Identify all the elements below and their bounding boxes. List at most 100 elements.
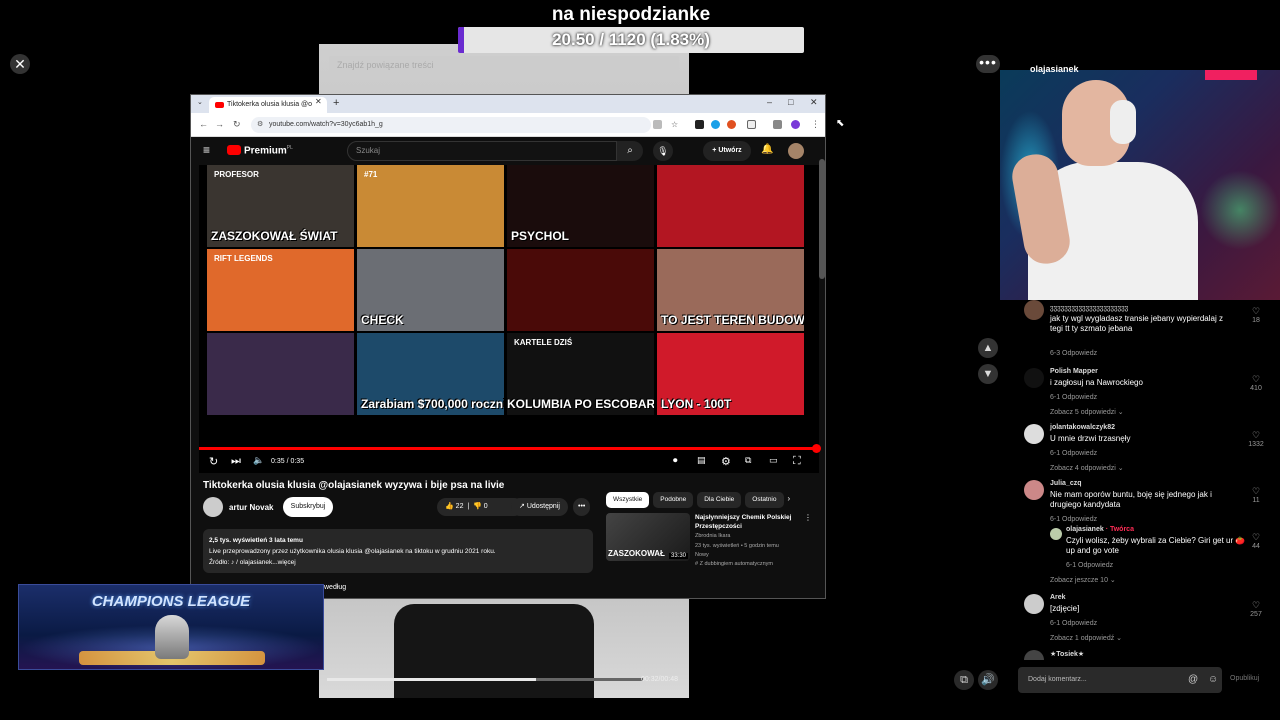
extension-icon[interactable]: [727, 120, 736, 129]
account-avatar[interactable]: [788, 143, 804, 159]
bookmark-star-icon[interactable]: ☆: [671, 120, 680, 129]
comment-meta[interactable]: 6-1 Odpowiedz: [1066, 562, 1113, 569]
view-replies-button[interactable]: Zobacz 4 odpowiedzi ⌄: [1050, 464, 1124, 472]
seek-handle[interactable]: [812, 444, 821, 453]
tiktok-progress-bar[interactable]: [327, 678, 643, 681]
more-options-icon[interactable]: •••: [976, 55, 1000, 73]
comment-username[interactable]: Julia_czq: [1050, 480, 1082, 487]
endscreen-thumbnail[interactable]: PSYCHOL: [507, 165, 654, 247]
forward-icon[interactable]: →: [215, 119, 224, 129]
browser-menu-icon[interactable]: ⋮: [811, 119, 820, 130]
seek-bar[interactable]: [199, 444, 821, 453]
endscreen-thumbnail[interactable]: #71: [357, 165, 504, 247]
search-icon[interactable]: ⌕: [617, 141, 643, 161]
previous-video-icon[interactable]: ▲: [978, 338, 998, 358]
video-description[interactable]: 2,5 tys. wyświetleń 3 lata temu Live prz…: [203, 529, 593, 573]
create-button[interactable]: + Utwórz: [703, 141, 751, 161]
comment-username[interactable]: Arek: [1050, 594, 1066, 601]
comment-avatar[interactable]: [1024, 650, 1044, 660]
comment-username[interactable]: ★Tosiek★: [1050, 650, 1084, 658]
tab-search-icon[interactable]: ⌄: [197, 98, 203, 106]
replay-icon[interactable]: ↻: [209, 455, 218, 468]
post-button[interactable]: Opublikuj: [1230, 675, 1259, 682]
endscreen-thumbnail[interactable]: [207, 333, 354, 415]
comment-username[interactable]: jolantakowalczyk82: [1050, 424, 1115, 431]
menu-icon[interactable]: ≡: [203, 143, 210, 157]
comment-avatar[interactable]: [1050, 528, 1062, 540]
site-info-icon[interactable]: ⚙: [257, 117, 263, 133]
endscreen-thumbnail[interactable]: Zarabiam $700,000 rocznie: [357, 333, 504, 415]
tab-close-icon[interactable]: ✕: [315, 97, 322, 106]
extension-icon[interactable]: [711, 120, 720, 129]
rec-title[interactable]: Najsłynniejszy Chemik Polskiej Przestępc…: [695, 513, 803, 531]
autoplay-toggle-icon[interactable]: ⏺: [673, 455, 678, 466]
page-scrollbar[interactable]: [819, 159, 825, 279]
youtube-logo[interactable]: PremiumPL: [227, 144, 293, 156]
theater-mode-icon[interactable]: ▭: [769, 455, 778, 466]
endscreen-thumbnail[interactable]: TO JEST TEREN BUDOWY: [657, 249, 804, 331]
comment-like-button[interactable]: ♡ 257: [1244, 600, 1268, 618]
cast-icon[interactable]: [773, 120, 782, 129]
mention-icon[interactable]: @: [1188, 674, 1198, 685]
rec-more-icon[interactable]: ⋮: [804, 513, 812, 522]
new-tab-icon[interactable]: +: [333, 97, 339, 109]
volume-icon[interactable]: 🔊: [978, 670, 998, 690]
subscribe-button[interactable]: Subskrybuj: [283, 497, 333, 517]
minimize-icon[interactable]: –: [767, 97, 772, 107]
extension-icon[interactable]: [695, 120, 704, 129]
window-close-icon[interactable]: ✕: [810, 97, 818, 108]
channel-name[interactable]: artur Novak: [229, 503, 273, 512]
mute-icon[interactable]: 🔈: [253, 455, 264, 466]
comment-username[interactable]: Polish Mapper: [1050, 368, 1098, 375]
comment-avatar[interactable]: [1024, 480, 1044, 500]
miniplayer-icon[interactable]: ⧉: [745, 455, 751, 466]
url-input[interactable]: ⚙ youtube.com/watch?v=30yc6ab1h_g: [251, 117, 651, 133]
chevron-right-icon[interactable]: ›: [788, 494, 791, 503]
related-search-bar[interactable]: Znajdź powiązane treści: [329, 56, 679, 74]
chip-recent[interactable]: Ostatnio: [745, 492, 784, 508]
comment-like-button[interactable]: ♡ 18: [1244, 306, 1268, 324]
endscreen-thumbnail[interactable]: CHECK: [357, 249, 504, 331]
fullscreen-icon[interactable]: ⛶: [793, 455, 801, 468]
endscreen-thumbnail[interactable]: PROFESOR ZASZOKOWAŁ ŚWIAT: [207, 165, 354, 247]
next-icon[interactable]: ⏭: [231, 455, 241, 468]
comment-meta[interactable]: 6-1 Odpowiedz: [1050, 394, 1097, 401]
view-replies-button[interactable]: Zobacz 1 odpowiedź ⌄: [1050, 634, 1122, 642]
comment-like-button[interactable]: ♡ 44: [1244, 532, 1268, 550]
video-player[interactable]: PROFESOR ZASZOKOWAŁ ŚWIAT #71 PSYCHOL RIFT L…: [199, 165, 821, 473]
endscreen-thumbnail[interactable]: [657, 165, 804, 247]
microphone-icon[interactable]: 🎙: [653, 141, 673, 161]
profile-icon[interactable]: [791, 120, 800, 129]
view-replies-button[interactable]: Zobacz 5 odpowiedzi ⌄: [1050, 408, 1124, 416]
back-icon[interactable]: ←: [199, 119, 208, 129]
endscreen-thumbnail[interactable]: [507, 249, 654, 331]
notifications-bell-icon[interactable]: 🔔: [761, 144, 773, 155]
settings-gear-icon[interactable]: ⚙: [721, 455, 731, 468]
chip-for-you[interactable]: Dla Ciebie: [697, 492, 742, 508]
view-replies-button[interactable]: Zobacz jeszcze 10 ⌄: [1050, 576, 1116, 584]
reload-icon[interactable]: ↻: [233, 119, 241, 130]
comment-meta[interactable]: 6-1 Odpowiedz: [1050, 620, 1097, 627]
comment-like-button[interactable]: ♡ 11: [1244, 486, 1268, 504]
endscreen-thumbnail[interactable]: RIFT LEGENDS: [207, 249, 354, 331]
emoji-icon[interactable]: ☺: [1208, 674, 1218, 685]
next-video-icon[interactable]: ▼: [978, 364, 998, 384]
more-actions-icon[interactable]: •••: [573, 498, 591, 516]
share-button[interactable]: ↗ Udostępnij: [511, 498, 568, 516]
comment-like-button[interactable]: ♡ 1332: [1244, 430, 1268, 448]
comment-meta[interactable]: 6-3 Odpowiedz: [1050, 350, 1097, 357]
extensions-puzzle-icon[interactable]: [747, 120, 756, 129]
comment-meta[interactable]: 6-1 Odpowiedz: [1050, 516, 1097, 523]
close-icon[interactable]: ✕: [10, 54, 30, 74]
endscreen-thumbnail[interactable]: KARTELE DZIŚ KOLUMBIA PO ESCOBARZE: [507, 333, 654, 415]
chip-similar[interactable]: Podobne: [653, 492, 694, 508]
youtube-search-input[interactable]: Szukaj: [347, 141, 617, 161]
comment-meta[interactable]: 6-1 Odpowiedz: [1050, 450, 1097, 457]
pip-icon[interactable]: ⧉: [954, 670, 974, 690]
recommended-video[interactable]: ZASZOKOWAŁ 33:30 Najsłynniejszy Chemik P…: [606, 513, 812, 575]
tiktok-username[interactable]: olajasianek: [1030, 64, 1079, 74]
comment-like-button[interactable]: ♡ 410: [1244, 374, 1268, 392]
comment-avatar[interactable]: [1024, 368, 1044, 388]
comment-avatar[interactable]: [1024, 300, 1044, 320]
comment-avatar[interactable]: [1024, 594, 1044, 614]
